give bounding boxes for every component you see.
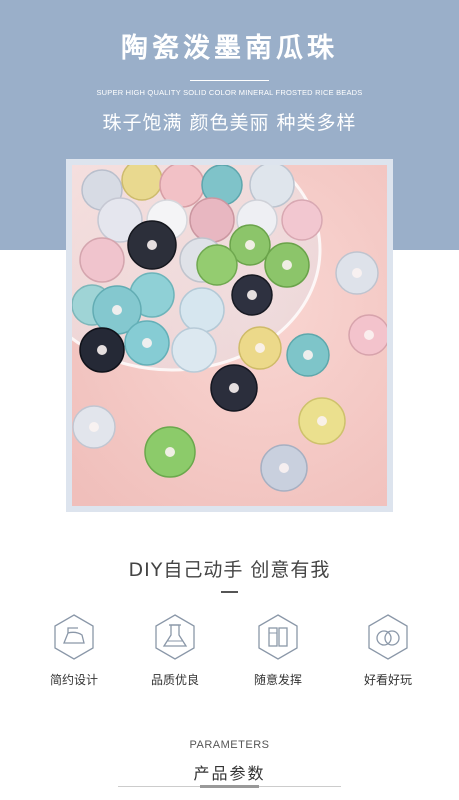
flask-icon — [155, 614, 195, 660]
feature-label: 品质优良 — [150, 673, 199, 687]
title-divider — [190, 80, 269, 81]
parameters-divider-accent — [200, 785, 259, 788]
feature-label: 好看好玩 — [363, 673, 412, 687]
rings-icon — [368, 614, 408, 660]
feature-creative: 随意发挥 — [238, 613, 318, 693]
english-subtitle: SUPER HIGH QUALITY SOLID COLOR MINERAL F… — [96, 88, 363, 97]
feature-quality: 品质优良 — [135, 613, 215, 693]
feature-label: 随意发挥 — [253, 673, 302, 687]
parameters-heading-cn: 产品参数 — [193, 764, 266, 783]
tagline: 珠子饱满 颜色美丽 种类多样 — [102, 112, 357, 134]
parameters-heading-en: PARAMETERS — [189, 739, 270, 751]
feature-label: 简约设计 — [49, 673, 98, 687]
page-title: 陶瓷泼墨南瓜珠 — [121, 33, 338, 64]
diy-heading: DIY自己动手 创意有我 — [128, 559, 331, 581]
diy-divider — [221, 591, 238, 593]
paint-icon — [258, 614, 298, 660]
feature-fun: 好看好玩 — [348, 613, 428, 693]
feature-simple-design: 简约设计 — [34, 613, 114, 693]
product-photo — [72, 165, 387, 506]
iron-icon — [54, 614, 94, 660]
